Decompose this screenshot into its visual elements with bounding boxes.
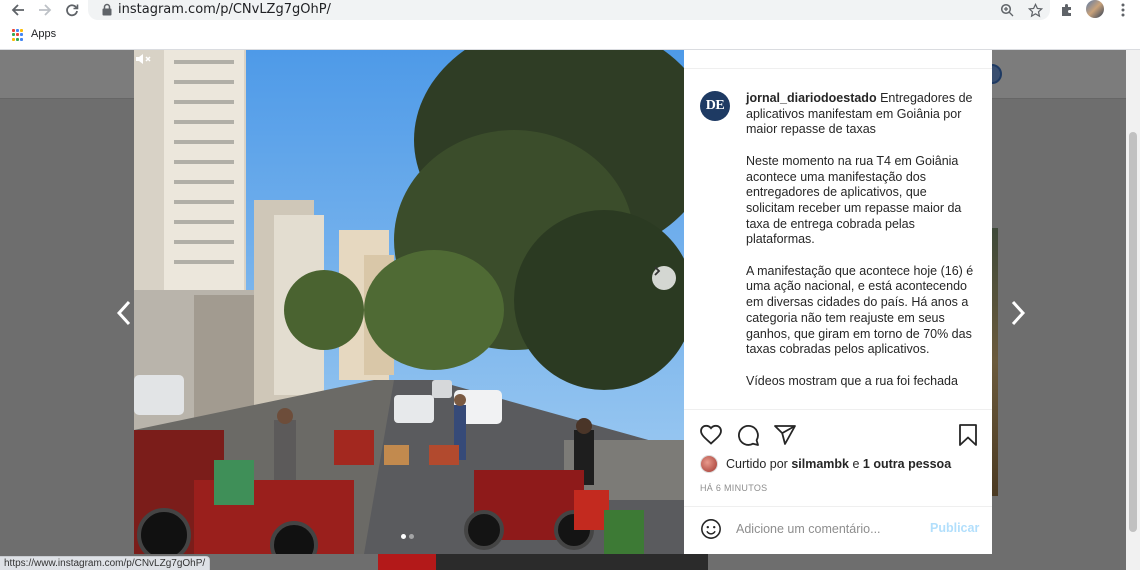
carousel-indicator bbox=[401, 534, 414, 539]
star-icon[interactable] bbox=[1026, 1, 1044, 19]
previous-post-arrow-icon[interactable] bbox=[116, 300, 132, 326]
likes-summary: Curtido por silmambk e 1 outra pessoa bbox=[700, 454, 951, 474]
profile-avatar[interactable] bbox=[1086, 0, 1104, 18]
chevron-right-icon bbox=[654, 266, 661, 276]
emoji-icon[interactable] bbox=[700, 518, 722, 540]
mute-icon[interactable] bbox=[134, 50, 152, 68]
page-scrollbar[interactable] bbox=[1126, 50, 1140, 570]
apps-grid-icon[interactable] bbox=[12, 29, 24, 41]
liker-avatar[interactable] bbox=[700, 455, 718, 473]
back-arrow-icon[interactable] bbox=[8, 0, 28, 20]
reload-icon[interactable] bbox=[62, 0, 82, 20]
background-strip-accent bbox=[378, 554, 436, 570]
divider bbox=[684, 506, 992, 507]
extensions-icon[interactable] bbox=[1058, 1, 1076, 19]
divider bbox=[684, 409, 992, 410]
carousel-dot-active bbox=[401, 534, 406, 539]
next-post-arrow-icon[interactable] bbox=[1010, 300, 1026, 326]
menu-dots-icon[interactable] bbox=[1114, 1, 1132, 19]
carousel-dot bbox=[409, 534, 414, 539]
status-url-bubble: https://www.instagram.com/p/CNvLZg7gOhP/ bbox=[0, 556, 211, 570]
caption-paragraph: Vídeos mostram que a rua foi fechada bbox=[746, 373, 958, 388]
heart-icon[interactable] bbox=[699, 423, 723, 447]
forward-arrow-icon[interactable] bbox=[35, 0, 55, 20]
post-details-panel: DE jornal_diariodoestado Entregadores de… bbox=[684, 50, 992, 554]
video-frame-scene bbox=[134, 50, 684, 554]
likes-others-link[interactable]: 1 outra pessoa bbox=[863, 457, 951, 471]
publish-button[interactable]: Publicar bbox=[930, 521, 979, 535]
scrollbar-thumb[interactable] bbox=[1129, 132, 1137, 532]
share-icon[interactable] bbox=[773, 423, 797, 447]
bookmark-icon[interactable] bbox=[956, 423, 980, 447]
post-timestamp[interactable]: HÁ 6 MINUTOS bbox=[700, 483, 767, 493]
background-image-edge bbox=[992, 228, 998, 496]
likes-prefix: Curtido por bbox=[726, 457, 788, 471]
liker-username[interactable]: silmambk bbox=[791, 457, 849, 471]
address-url[interactable]: instagram.com/p/CNvLZg7gOhP/ bbox=[118, 2, 331, 17]
zoom-icon[interactable] bbox=[998, 1, 1016, 19]
browser-toolbar: instagram.com/p/CNvLZg7gOhP/ bbox=[0, 0, 1140, 20]
comment-input[interactable] bbox=[736, 519, 916, 539]
caption-scroll-area[interactable]: DE jornal_diariodoestado Entregadores de… bbox=[684, 69, 992, 409]
likes-joiner: e bbox=[852, 457, 860, 471]
lock-icon bbox=[102, 3, 112, 16]
apps-bookmark-label[interactable]: Apps bbox=[31, 28, 56, 40]
carousel-next-button[interactable] bbox=[652, 266, 676, 290]
post-caption: jornal_diariodoestado Entregadores de ap… bbox=[746, 91, 978, 405]
post-video[interactable] bbox=[134, 50, 684, 554]
bookmarks-bar: Apps bbox=[0, 20, 1140, 50]
account-avatar[interactable]: DE bbox=[700, 91, 730, 121]
caption-paragraph: Neste momento na rua T4 em Goiânia acont… bbox=[746, 153, 962, 247]
comment-icon[interactable] bbox=[736, 423, 760, 447]
caption-paragraph: A manifestação que acontece hoje (16) é … bbox=[746, 263, 974, 357]
account-username[interactable]: jornal_diariodoestado bbox=[746, 91, 877, 105]
